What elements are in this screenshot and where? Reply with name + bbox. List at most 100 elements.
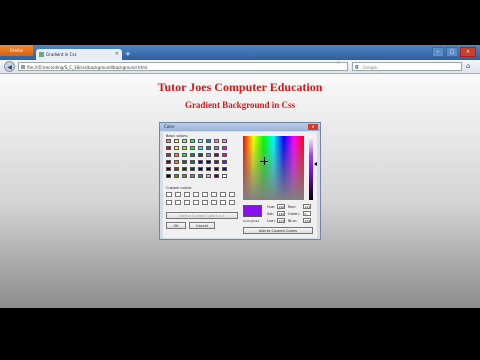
basic-color-swatch[interactable] (198, 146, 203, 150)
basic-color-swatch[interactable] (190, 174, 195, 178)
ok-button[interactable]: OK (166, 222, 186, 229)
basic-color-swatch[interactable] (214, 167, 219, 171)
maximize-button[interactable]: □ (446, 47, 458, 57)
crosshair-icon[interactable] (260, 157, 268, 165)
basic-color-swatch[interactable] (166, 146, 171, 150)
basic-color-swatch[interactable] (166, 167, 171, 171)
basic-color-swatch[interactable] (174, 139, 179, 143)
browser-tab[interactable]: Gradient in Css × (36, 49, 122, 60)
custom-color-slot[interactable] (175, 192, 181, 197)
blue-input[interactable]: 245 (303, 218, 311, 223)
search-placeholder: Google (363, 65, 378, 70)
custom-colors-label: Custom colors: (166, 186, 193, 190)
basic-color-swatch[interactable] (222, 146, 227, 150)
basic-color-swatch[interactable] (190, 146, 195, 150)
basic-color-swatch[interactable] (182, 160, 187, 164)
minimize-button[interactable]: – (432, 47, 444, 57)
new-tab-button[interactable]: + (125, 50, 131, 58)
red-label: Red: (288, 205, 296, 209)
define-custom-colors-button[interactable]: Define Custom Colors >> (166, 212, 238, 219)
basic-color-swatch[interactable] (182, 153, 187, 157)
color-spectrum[interactable] (243, 136, 304, 200)
basic-color-swatch[interactable] (182, 139, 187, 143)
custom-color-slot[interactable] (193, 192, 199, 197)
sat-input[interactable]: 240 (277, 211, 285, 216)
basic-color-swatch[interactable] (206, 146, 211, 150)
cancel-button[interactable]: Cancel (189, 222, 215, 229)
basic-color-swatch[interactable] (190, 167, 195, 171)
red-input[interactable]: 122 (303, 204, 311, 209)
basic-color-swatch[interactable] (198, 160, 203, 164)
back-button[interactable]: ◀ (4, 61, 15, 72)
favicon-icon (39, 52, 44, 57)
custom-color-slot[interactable] (229, 192, 235, 197)
basic-color-swatch[interactable] (190, 160, 195, 164)
address-bar[interactable]: file:///D:/recording/S_C_18/css/backgrou… (18, 62, 348, 71)
basic-color-swatch[interactable] (174, 146, 179, 150)
basic-color-swatch[interactable] (198, 167, 203, 171)
basic-color-swatch[interactable] (166, 174, 171, 178)
home-icon[interactable]: ⌂ (466, 62, 470, 71)
basic-color-swatch[interactable] (222, 167, 227, 171)
custom-color-slot[interactable] (202, 200, 208, 205)
custom-color-slot[interactable] (184, 192, 190, 197)
basic-color-swatch[interactable] (174, 167, 179, 171)
page-heading: Tutor Joes Computer Education (157, 80, 323, 94)
dialog-close-button[interactable]: × (308, 124, 318, 130)
custom-color-slot[interactable] (211, 192, 217, 197)
custom-color-slot[interactable] (229, 200, 235, 205)
basic-color-swatch[interactable] (166, 153, 171, 157)
basic-color-swatch[interactable] (174, 174, 179, 178)
basic-color-swatch[interactable] (166, 160, 171, 164)
hue-input[interactable]: 190 (277, 204, 285, 209)
custom-color-slot[interactable] (166, 192, 172, 197)
custom-color-slot[interactable] (166, 200, 172, 205)
custom-color-slot[interactable] (220, 192, 226, 197)
custom-color-slot[interactable] (193, 200, 199, 205)
basic-color-swatch[interactable] (190, 139, 195, 143)
lum-input[interactable]: 115 (277, 218, 285, 223)
basic-color-swatch[interactable] (166, 139, 171, 143)
basic-color-swatch[interactable] (198, 153, 203, 157)
basic-color-swatch[interactable] (206, 174, 211, 178)
basic-color-swatch[interactable] (190, 153, 195, 157)
luminance-arrow-icon[interactable] (314, 162, 317, 166)
tab-close-icon[interactable]: × (115, 49, 119, 60)
custom-color-slot[interactable] (211, 200, 217, 205)
basic-color-swatch[interactable] (214, 153, 219, 157)
basic-color-swatch[interactable] (182, 167, 187, 171)
custom-color-slot[interactable] (184, 200, 190, 205)
basic-color-swatch[interactable] (214, 174, 219, 178)
bookmark-star-icon[interactable]: ☆ (336, 60, 340, 66)
basic-color-swatch[interactable] (182, 174, 187, 178)
firefox-menu-button[interactable]: Firefox (0, 45, 33, 56)
add-to-custom-colors-button[interactable]: Add to Custom Colors (243, 227, 313, 234)
selected-color-preview (243, 205, 262, 217)
basic-color-swatch[interactable] (182, 146, 187, 150)
basic-color-swatch[interactable] (222, 153, 227, 157)
dialog-body: Basic colors: Custom colors: Define Cust… (163, 132, 317, 238)
basic-color-swatch[interactable] (206, 167, 211, 171)
close-window-button[interactable]: × (460, 47, 476, 57)
basic-color-swatch[interactable] (198, 174, 203, 178)
search-box[interactable]: g Google (352, 62, 462, 71)
basic-color-swatch[interactable] (214, 160, 219, 164)
basic-color-swatch[interactable] (206, 160, 211, 164)
basic-color-swatch[interactable] (222, 160, 227, 164)
basic-color-swatch[interactable] (174, 160, 179, 164)
navigation-bar: ◀ file:///D:/recording/S_C_18/css/backgr… (0, 60, 480, 74)
basic-color-swatch[interactable] (174, 153, 179, 157)
basic-color-swatch[interactable] (222, 174, 227, 178)
basic-color-swatch[interactable] (222, 139, 227, 143)
custom-color-slot[interactable] (220, 200, 226, 205)
color-solid-label: Color|Solid (243, 219, 260, 223)
basic-color-swatch[interactable] (214, 139, 219, 143)
luminance-slider[interactable] (309, 136, 313, 200)
basic-color-swatch[interactable] (206, 153, 211, 157)
green-input[interactable]: 0 (303, 211, 311, 216)
basic-color-swatch[interactable] (206, 139, 211, 143)
basic-color-swatch[interactable] (214, 146, 219, 150)
custom-color-slot[interactable] (175, 200, 181, 205)
basic-color-swatch[interactable] (198, 139, 203, 143)
custom-color-slot[interactable] (202, 192, 208, 197)
